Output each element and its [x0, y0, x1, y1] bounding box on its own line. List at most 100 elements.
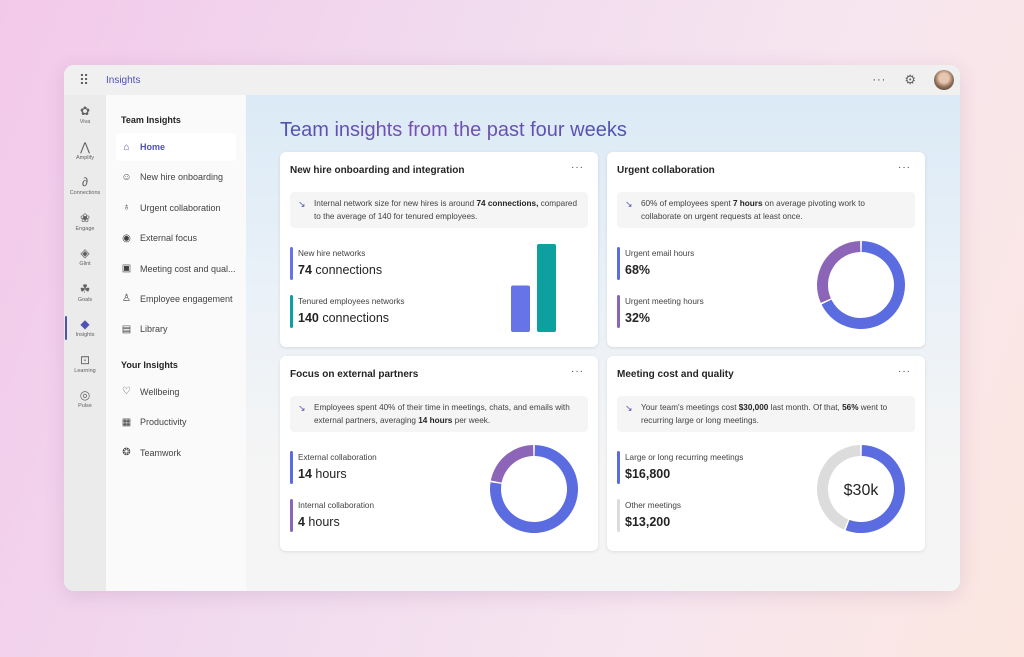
- rail-item-connections[interactable]: ∂ Connections: [64, 168, 106, 204]
- trend-icon: ↘: [625, 199, 633, 209]
- sidebar-item-label: Employee engagement: [140, 293, 233, 304]
- sidebar-nav: Team Insights ⌂ Home ☺ New hire onboarding ♁…: [106, 95, 246, 591]
- legend-bar: [617, 451, 620, 484]
- rail-item-viva[interactable]: ✿ Viva: [64, 97, 106, 133]
- metric-label: Tenured employees networks: [298, 297, 405, 306]
- insight-box: ↘ Your team's meetings cost $30,000 last…: [617, 396, 915, 432]
- insight-text: last month. Of that,: [768, 403, 843, 412]
- metric-other: Other meetings $13,200: [617, 499, 681, 533]
- sidebar-item-library[interactable]: ▤ Library: [116, 315, 236, 343]
- sidebar-item-teamwork[interactable]: ❂ Teamwork: [116, 439, 236, 467]
- connections-icon: ∂: [82, 175, 88, 190]
- metric-unit: connections: [311, 263, 383, 277]
- trend-icon: ↘: [625, 403, 633, 413]
- sidebar-item-label: Wellbeing: [140, 386, 180, 397]
- slice-urgent-meeting-hours: [817, 241, 861, 303]
- nav-icon: ♁: [122, 202, 131, 214]
- rail-item-insights[interactable]: ◆ Insights: [64, 310, 106, 346]
- donut-chart: [817, 241, 905, 329]
- bar-chart: [511, 244, 556, 332]
- sidebar-item-label: Home: [140, 142, 166, 152]
- sidebar-item-urgent-collaboration[interactable]: ♁ Urgent collaboration: [116, 194, 236, 222]
- nav-icon: ☺: [121, 171, 132, 183]
- legend-bar: [290, 499, 293, 532]
- app-name[interactable]: Insights: [106, 75, 140, 86]
- app-launcher-icon[interactable]: ⠿: [64, 72, 104, 89]
- rail-label: Learning: [74, 367, 96, 374]
- rail-label: Pulse: [78, 403, 92, 410]
- glint-icon: ◈: [80, 246, 90, 261]
- donut-center-label: $30k: [844, 482, 880, 499]
- nav-icon: ❂: [122, 447, 131, 459]
- metric-value: 68%: [625, 263, 651, 277]
- metric-label: Other meetings: [625, 501, 681, 510]
- avatar[interactable]: [934, 70, 954, 90]
- legend-bar: [617, 499, 620, 532]
- sidebar-item-external-focus[interactable]: ◉ External focus: [116, 224, 236, 252]
- insight-text: 60% of employees spent: [641, 199, 733, 208]
- metric-label: Urgent email hours: [625, 249, 695, 258]
- insight-box: ↘ Internal network size for new hires is…: [290, 192, 588, 228]
- sidebar-item-wellbeing[interactable]: ♡ Wellbeing: [116, 378, 236, 406]
- rail-item-pulse[interactable]: ◎ Pulse: [64, 381, 106, 417]
- sidebar-item-meeting-cost-and-qual[interactable]: ▣ Meeting cost and qual...: [116, 255, 236, 283]
- legend-bar: [290, 247, 293, 280]
- card-title: Focus on external partners: [290, 369, 419, 380]
- your-insights-heading: Your Insights: [121, 359, 178, 370]
- metric-meeting: Urgent meeting hours 32%: [617, 295, 704, 329]
- card-meeting-cost: Meeting cost and quality ··· ↘ Your team…: [607, 356, 925, 551]
- sidebar-item-home[interactable]: ⌂ Home: [116, 133, 236, 161]
- more-icon[interactable]: ···: [571, 366, 584, 377]
- card-title: Meeting cost and quality: [617, 369, 734, 380]
- nav-icon: ♙: [122, 293, 131, 305]
- sidebar-item-label: Library: [140, 324, 168, 335]
- amplify-icon: ⋀: [80, 139, 90, 154]
- bar-new-hire-networks: [511, 285, 530, 332]
- rail-item-amplify[interactable]: ⋀ Amplify: [64, 133, 106, 169]
- legend-bar: [290, 451, 293, 484]
- insight-highlight: 7 hours: [732, 199, 763, 208]
- metric-value: 14: [298, 467, 312, 481]
- more-icon[interactable]: ···: [571, 162, 584, 173]
- insight-box: ↘ Employees spent 40% of their time in m…: [290, 396, 588, 432]
- card-external: Focus on external partners ··· ↘ Employe…: [280, 356, 598, 551]
- metric-value: 140: [298, 311, 319, 325]
- sidebar-item-new-hire-onboarding[interactable]: ☺ New hire onboarding: [116, 163, 236, 191]
- rail-item-learning[interactable]: ⊡ Learning: [64, 346, 106, 382]
- trend-icon: ↘: [298, 199, 306, 209]
- sidebar-item-label: External focus: [140, 233, 198, 244]
- gear-icon[interactable]: ⚙: [904, 72, 916, 88]
- metric-label: External collaboration: [298, 453, 377, 462]
- metric-label: Large or long recurring meetings: [625, 453, 744, 462]
- insight-highlight: 14 hours: [418, 415, 453, 425]
- donut-chart: $30k: [817, 445, 905, 533]
- insight-text: Your team's meetings cost: [641, 403, 739, 412]
- engage-icon: ❀: [79, 210, 91, 225]
- more-icon[interactable]: ···: [872, 74, 886, 86]
- rail-item-glint[interactable]: ◈ Glint: [64, 239, 106, 275]
- rail-label: Connections: [69, 190, 101, 197]
- rail-item-engage[interactable]: ❀ Engage: [64, 204, 106, 240]
- more-icon[interactable]: ···: [898, 162, 911, 173]
- sidebar-item-productivity[interactable]: ▦ Productivity: [116, 408, 236, 436]
- nav-icon: ▣: [121, 263, 132, 275]
- rail-label: Engage: [75, 225, 95, 232]
- top-bar: ⠿ Insights ··· ⚙: [64, 65, 960, 95]
- insight-highlight: 56%: [842, 403, 859, 412]
- card-title: Urgent collaboration: [617, 165, 715, 176]
- legend-bar: [290, 295, 293, 328]
- metric-tenured: Tenured employees networks 140 connectio…: [290, 295, 405, 329]
- rail-item-goals[interactable]: ☘ Goals: [64, 275, 106, 311]
- more-icon[interactable]: ···: [898, 366, 911, 377]
- sidebar-item-label: Teamwork: [140, 447, 182, 458]
- metric-new-hire: New hire networks 74 connections: [290, 247, 382, 281]
- rail-label: Viva: [79, 119, 91, 126]
- metric-value: 4: [298, 515, 305, 529]
- metric-recurring: Large or long recurring meetings $16,800: [617, 451, 743, 485]
- sidebar-item-employee-engagement[interactable]: ♙ Employee engagement: [116, 285, 236, 313]
- metric-unit: hours: [304, 515, 340, 529]
- nav-icon: ♡: [122, 386, 131, 398]
- viva-icon: ✿: [79, 104, 91, 119]
- metric-internal: Internal collaboration 4 hours: [290, 499, 374, 533]
- rail-label: Goals: [77, 296, 93, 303]
